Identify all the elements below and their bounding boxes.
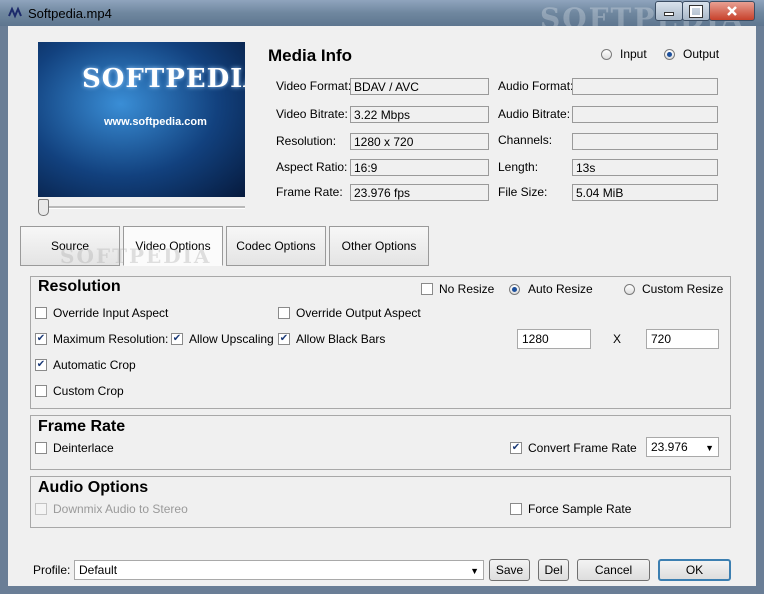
tab-watermark: SOFTPEDIA (60, 244, 212, 268)
max-resolution-checkbox[interactable]: ✔ (35, 333, 47, 345)
audio-bitrate-value (572, 106, 718, 123)
video-format-value: BDAV / AVC (350, 78, 489, 95)
auto-resize-label[interactable]: Auto Resize (528, 282, 593, 296)
length-label: Length: (498, 160, 539, 174)
window-title: Softpedia.mp4 (28, 6, 112, 21)
aspect-ratio-value: 16:9 (350, 159, 489, 176)
automatic-crop-label[interactable]: Automatic Crop (53, 358, 136, 372)
no-resize-label[interactable]: No Resize (439, 282, 494, 296)
override-input-aspect-label[interactable]: Override Input Aspect (53, 306, 168, 320)
resolution-title: Resolution (38, 278, 121, 295)
save-button[interactable]: Save (489, 559, 530, 581)
app-icon (8, 6, 22, 19)
allow-black-bars-label[interactable]: Allow Black Bars (296, 332, 385, 346)
convert-frame-rate-checkbox[interactable]: ✔ (510, 442, 522, 454)
input-radio-label[interactable]: Input (620, 47, 647, 61)
output-radio-label[interactable]: Output (683, 47, 719, 61)
video-thumbnail: SOFTPEDIA™ www.softpedia.com (38, 42, 245, 197)
audio-options-title: Audio Options (38, 479, 149, 496)
length-value: 13s (572, 159, 718, 176)
profile-select-value: Default (79, 563, 118, 577)
channels-value (572, 133, 718, 150)
thumbnail-logo: SOFTPEDIA™ (82, 64, 245, 94)
ok-button[interactable]: OK (658, 559, 731, 581)
custom-crop-label[interactable]: Custom Crop (53, 384, 124, 398)
override-output-aspect-label[interactable]: Override Output Aspect (296, 306, 421, 320)
aspect-ratio-label: Aspect Ratio: (276, 160, 348, 174)
downmix-checkbox[interactable] (35, 503, 47, 515)
height-input[interactable]: 720 (646, 329, 719, 349)
maximize-icon (689, 4, 703, 18)
video-bitrate-label: Video Bitrate: (276, 107, 348, 121)
profile-label: Profile: (33, 563, 71, 577)
title-bar[interactable]: Softpedia.mp4 SOFTPEDIA (0, 0, 764, 35)
frame-rate-value: 23.976 fps (350, 184, 489, 201)
allow-upscaling-label[interactable]: Allow Upscaling (189, 332, 274, 346)
frame-rate-select-value: 23.976 (651, 440, 688, 454)
resolution-value: 1280 x 720 (350, 133, 489, 150)
custom-resize-label[interactable]: Custom Resize (642, 282, 723, 296)
deinterlace-checkbox[interactable] (35, 442, 47, 454)
max-resolution-label[interactable]: Maximum Resolution: (53, 332, 168, 346)
maximize-button[interactable] (682, 1, 710, 21)
minimize-icon (664, 12, 674, 16)
chevron-down-icon: ▼ (470, 566, 479, 576)
audio-format-label: Audio Format: (498, 79, 574, 93)
video-bitrate-value: 3.22 Mbps (350, 106, 489, 123)
tab-other-options[interactable]: Other Options (329, 226, 429, 266)
dimension-separator: X (613, 332, 622, 346)
delete-button[interactable]: Del (538, 559, 569, 581)
auto-resize-radio[interactable] (509, 284, 520, 295)
convert-frame-rate-label[interactable]: Convert Frame Rate (528, 441, 637, 455)
allow-upscaling-checkbox[interactable]: ✔ (171, 333, 183, 345)
frame-rate-title: Frame Rate (38, 418, 126, 435)
audio-bitrate-label: Audio Bitrate: (498, 107, 571, 121)
override-output-aspect-checkbox[interactable] (278, 307, 290, 319)
custom-resize-radio[interactable] (624, 284, 635, 295)
frame-rate-select[interactable]: 23.976 ▼ (646, 437, 719, 457)
cancel-button[interactable]: Cancel (577, 559, 650, 581)
channels-label: Channels: (498, 133, 553, 147)
force-sample-rate-label[interactable]: Force Sample Rate (528, 502, 631, 516)
thumbnail-url: www.softpedia.com (104, 116, 207, 128)
output-radio[interactable] (664, 49, 675, 60)
profile-select[interactable]: Default ▼ (74, 560, 484, 580)
automatic-crop-checkbox[interactable]: ✔ (35, 359, 47, 371)
media-info-heading: Media Info (268, 46, 353, 65)
downmix-label: Downmix Audio to Stereo (53, 502, 188, 516)
deinterlace-label[interactable]: Deinterlace (53, 441, 114, 455)
tab-codec-options[interactable]: Codec Options (226, 226, 326, 266)
input-radio[interactable] (601, 49, 612, 60)
custom-crop-checkbox[interactable] (35, 385, 47, 397)
minimize-button[interactable] (655, 1, 683, 21)
close-button[interactable] (709, 1, 755, 21)
override-input-aspect-checkbox[interactable] (35, 307, 47, 319)
audio-format-value (572, 78, 718, 95)
chevron-down-icon: ▼ (705, 443, 714, 453)
preview-slider-track[interactable] (38, 206, 245, 209)
file-size-value: 5.04 MiB (572, 184, 718, 201)
resolution-label: Resolution: (276, 134, 337, 148)
force-sample-rate-checkbox[interactable] (510, 503, 522, 515)
no-resize-checkbox[interactable] (421, 283, 433, 295)
frame-rate-label: Frame Rate: (276, 185, 343, 199)
allow-black-bars-checkbox[interactable]: ✔ (278, 333, 290, 345)
preview-slider-thumb[interactable] (38, 199, 49, 216)
width-input[interactable]: 1280 (517, 329, 591, 349)
file-size-label: File Size: (498, 185, 548, 199)
close-icon (727, 6, 737, 16)
video-format-label: Video Format: (276, 79, 352, 93)
